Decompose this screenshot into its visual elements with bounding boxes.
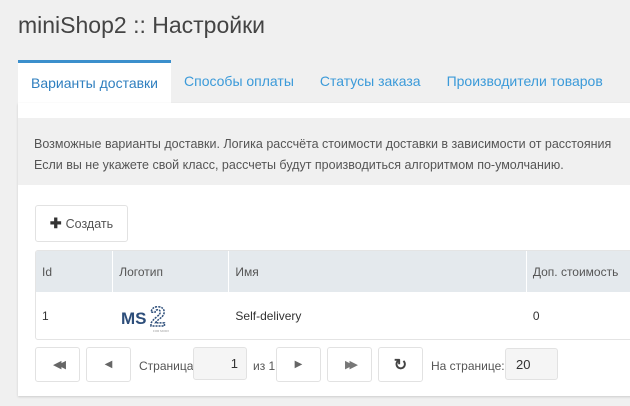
page-title: miniShop2 :: Настройки xyxy=(18,12,265,39)
column-header-name[interactable]: Имя xyxy=(229,251,526,292)
refresh-icon: ↻ xyxy=(394,355,407,375)
tab-payment[interactable]: Способы оплаты xyxy=(171,60,307,103)
tab-vendors[interactable]: Производители товаров xyxy=(434,60,616,103)
tab-statuses[interactable]: Статусы заказа xyxy=(307,60,434,103)
per-page-label: На странице: xyxy=(431,359,505,373)
double-left-icon: ◀◀ xyxy=(53,358,62,371)
create-button[interactable]: ✚ Создать xyxy=(35,205,128,242)
svg-text:MS: MS xyxy=(121,309,147,328)
logo-cell: MS 2 FOR MODX xyxy=(113,292,229,340)
svg-text:FOR MODX: FOR MODX xyxy=(153,329,169,333)
delivery-grid: Id Логотип Имя Доп. стоимость 1 MS 2 FOR… xyxy=(35,250,630,340)
page-input[interactable]: 1 xyxy=(193,347,247,380)
right-icon: ▶ xyxy=(295,359,303,370)
first-page-button[interactable]: ◀◀ xyxy=(35,347,80,382)
grid-header: Id Логотип Имя Доп. стоимость xyxy=(36,251,630,292)
plus-icon: ✚ xyxy=(50,215,62,232)
create-label: Создать xyxy=(66,217,114,231)
table-row[interactable]: 1 MS 2 FOR MODX Self-delivery 0 xyxy=(36,292,630,340)
tabs: Варианты доставки Способы оплаты Статусы… xyxy=(18,60,616,103)
cell-id: 1 xyxy=(36,292,113,340)
left-icon: ◀ xyxy=(105,359,113,370)
description: Возможные варианты доставки. Логика расс… xyxy=(18,118,630,185)
tab-delivery[interactable]: Варианты доставки xyxy=(18,60,171,103)
next-page-button[interactable]: ▶ xyxy=(276,347,321,382)
double-right-icon: ▶▶ xyxy=(345,358,354,371)
page-of-label: из 1 xyxy=(253,359,275,373)
page-label: Страница xyxy=(139,359,193,373)
description-line: Если вы не укажете свой класс, рассчеты … xyxy=(34,155,622,176)
column-header-price[interactable]: Доп. стоимость xyxy=(527,251,630,292)
ms2-logo-icon: MS 2 FOR MODX xyxy=(121,297,175,335)
last-page-button[interactable]: ▶▶ xyxy=(327,347,372,382)
prev-page-button[interactable]: ◀ xyxy=(86,347,131,382)
description-line: Возможные варианты доставки. Логика расс… xyxy=(34,134,622,155)
column-header-logo[interactable]: Логотип xyxy=(113,251,229,292)
svg-text:2: 2 xyxy=(150,301,166,332)
cell-price: 0 xyxy=(527,292,630,340)
cell-name: Self-delivery xyxy=(229,292,526,340)
column-header-id[interactable]: Id xyxy=(36,251,113,292)
per-page-input[interactable]: 20 xyxy=(505,348,558,380)
refresh-button[interactable]: ↻ xyxy=(378,347,423,382)
